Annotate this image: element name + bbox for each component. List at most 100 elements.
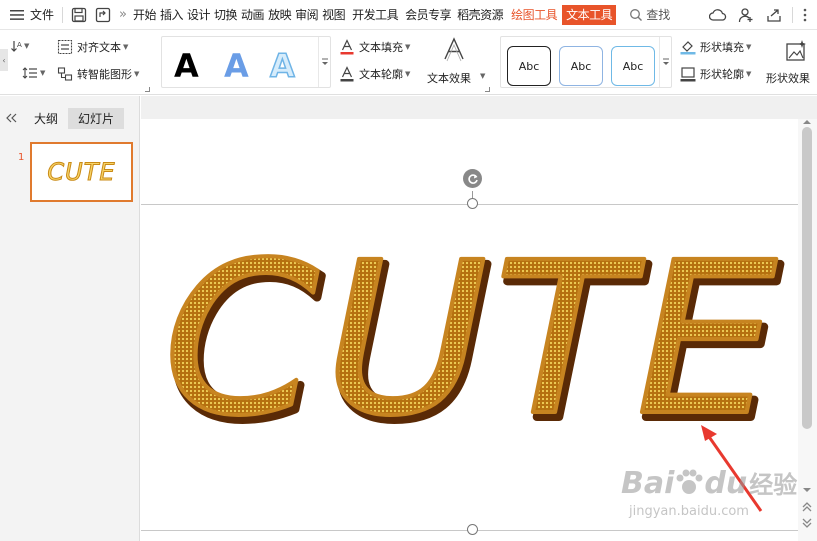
- export-icon: [95, 7, 111, 22]
- thumbnail-text: CUTE: [47, 158, 116, 187]
- watermark-brand-c: 经验: [749, 471, 798, 499]
- app-window: 文件 » 开始 插入 设计 切换 动画 放映 审阅 视图 开发工具 会员专享 稻…: [0, 0, 817, 541]
- vertical-scrollbar[interactable]: [798, 119, 817, 541]
- tab-animation[interactable]: 动画: [239, 0, 266, 30]
- line-spacing-button[interactable]: ▼: [22, 66, 45, 80]
- group-launcher-icon[interactable]: [485, 87, 490, 92]
- shape-style-black[interactable]: Abc: [507, 46, 551, 86]
- dropdown-caret-icon: ▼: [746, 70, 752, 78]
- collapse-panel-button[interactable]: [0, 113, 22, 123]
- divider: [62, 6, 64, 23]
- text-direction-button[interactable]: A ▼: [10, 39, 29, 53]
- line-spacing-icon: [22, 67, 37, 79]
- tab-docer[interactable]: 稻壳资源: [455, 0, 505, 30]
- tab-slides[interactable]: 幻灯片: [68, 107, 125, 129]
- tab-view[interactable]: 视图: [320, 0, 347, 30]
- editing-canvas: CUTE CUTE Bai du经验 jingyan.baidu.com: [141, 96, 817, 541]
- scroll-up-icon[interactable]: [802, 119, 812, 125]
- prev-slide-icon[interactable]: [802, 502, 812, 512]
- tab-insert[interactable]: 插入: [158, 0, 185, 30]
- svg-text:A: A: [17, 41, 22, 49]
- shape-effect-button[interactable]: 形状效果: [764, 37, 817, 89]
- rotate-icon: [467, 173, 478, 184]
- shape-style-label: Abc: [622, 59, 644, 73]
- save-button[interactable]: [67, 0, 91, 30]
- cloud-sync-button[interactable]: [704, 8, 732, 22]
- ribbon-toolbar: ‹ A ▼ ▼ 对齐文本 ▼ 转智能图形 ▼ A A A 文本填充 ▼ 文本轮廓…: [0, 31, 817, 95]
- file-menu-label: 文件: [30, 8, 55, 22]
- group-launcher-icon[interactable]: [145, 87, 150, 92]
- more-options-button[interactable]: [797, 8, 813, 22]
- text-outline-icon: [340, 66, 354, 82]
- dropdown-caret-icon: ▼: [123, 43, 129, 51]
- slide[interactable]: CUTE CUTE Bai du经验 jingyan.baidu.com: [141, 119, 798, 541]
- tab-transition[interactable]: 切换: [212, 0, 239, 30]
- smart-graphic-button[interactable]: 转智能图形 ▼: [57, 66, 139, 82]
- resize-handle-bottom[interactable]: [467, 524, 478, 535]
- watermark-url: jingyan.baidu.com: [629, 504, 749, 519]
- next-slide-icon[interactable]: [802, 518, 812, 528]
- text-fill-button[interactable]: 文本填充 ▼: [340, 39, 410, 55]
- ribbon-scroll-left[interactable]: ‹: [0, 49, 8, 71]
- window-actions: [704, 6, 817, 23]
- tab-member[interactable]: 会员专享: [403, 0, 453, 30]
- watermark-brand-b: du: [704, 466, 748, 501]
- shape-fill-icon: [680, 41, 696, 55]
- text-direction-icon: A: [11, 41, 22, 52]
- dropdown-caret-icon: ▼: [134, 70, 140, 78]
- shape-fill-button[interactable]: 形状填充 ▼: [680, 39, 751, 55]
- text-style-black[interactable]: A: [174, 47, 199, 85]
- scrollbar-thumb[interactable]: [802, 127, 812, 429]
- shape-style-lightblue[interactable]: Abc: [611, 46, 655, 86]
- undo-button[interactable]: [91, 0, 115, 30]
- tab-start[interactable]: 开始: [131, 0, 158, 30]
- tab-design[interactable]: 设计: [185, 0, 212, 30]
- shape-effect-icon: [786, 40, 806, 61]
- save-icon: [71, 7, 87, 22]
- watermark-brand-a: Bai: [621, 466, 675, 501]
- search-button[interactable]: 查找: [629, 6, 670, 23]
- dropdown-caret-icon: ▼: [24, 42, 30, 50]
- text-effect-button[interactable]: 文本效果 ▼: [424, 37, 486, 89]
- file-menu-button[interactable]: 文件: [0, 0, 58, 30]
- align-text-icon: [57, 39, 73, 55]
- search-label: 查找: [646, 8, 671, 22]
- shape-outline-icon: [680, 67, 696, 82]
- dropdown-caret-icon: ▼: [405, 70, 411, 78]
- paw-icon: [676, 469, 703, 494]
- navigator-tabs: 大纲 幻灯片: [0, 107, 140, 129]
- smart-graphic-icon: [57, 67, 73, 81]
- gallery-expand-button[interactable]: [659, 37, 671, 87]
- shape-style-label: Abc: [518, 59, 540, 73]
- tab-review[interactable]: 审阅: [293, 0, 320, 30]
- gallery-expand-button[interactable]: [318, 37, 330, 87]
- text-style-outline[interactable]: A: [269, 46, 295, 86]
- resize-handle-top[interactable]: [467, 198, 478, 209]
- tab-outline[interactable]: 大纲: [24, 108, 68, 129]
- more-menu-button[interactable]: »: [115, 0, 131, 30]
- tab-slideshow[interactable]: 放映: [266, 0, 293, 30]
- tab-developer[interactable]: 开发工具: [350, 0, 400, 30]
- watermark-logo: Bai du经验: [621, 465, 797, 501]
- share-button[interactable]: [760, 7, 788, 23]
- more-vertical-icon: [803, 8, 807, 21]
- add-user-icon: [738, 7, 753, 22]
- cloud-icon: [709, 8, 727, 21]
- divider: [792, 6, 793, 23]
- smart-graphic-label: 转智能图形: [77, 68, 132, 81]
- align-text-button[interactable]: 对齐文本 ▼: [57, 39, 128, 55]
- expand-down-icon: [662, 58, 669, 65]
- share-user-button[interactable]: [732, 7, 760, 23]
- slide-thumbnail[interactable]: CUTE: [30, 142, 133, 202]
- tab-text-tools[interactable]: 文本工具: [562, 4, 617, 25]
- shape-style-label: Abc: [570, 59, 592, 73]
- text-style-blue[interactable]: A: [224, 47, 249, 85]
- scroll-down-icon[interactable]: [802, 486, 812, 494]
- tab-drawing-tools[interactable]: 绘图工具: [509, 0, 559, 30]
- text-effect-icon: [444, 37, 464, 62]
- text-outline-button[interactable]: 文本轮廓 ▼: [340, 66, 410, 82]
- menu-bar: 文件 » 开始 插入 设计 切换 动画 放映 审阅 视图 开发工具 会员专享 稻…: [0, 0, 817, 30]
- shape-outline-button[interactable]: 形状轮廓 ▼: [680, 66, 751, 82]
- shape-style-blue[interactable]: Abc: [559, 46, 603, 86]
- rotate-handle[interactable]: [463, 169, 482, 188]
